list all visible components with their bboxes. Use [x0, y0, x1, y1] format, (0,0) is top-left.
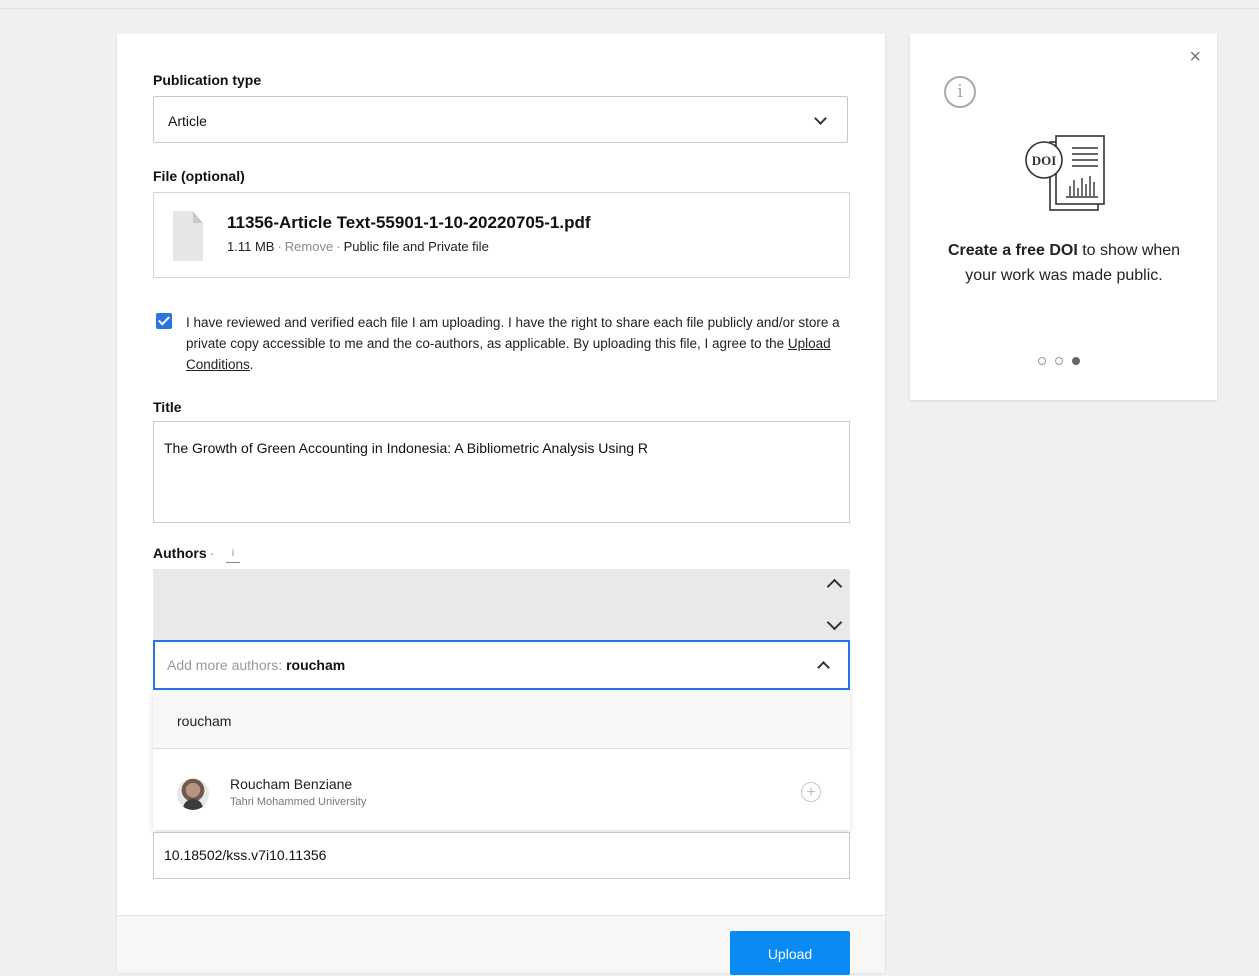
consent-end: . — [249, 357, 254, 372]
scroll-down-icon[interactable] — [826, 614, 843, 631]
consent-checkbox[interactable] — [156, 313, 172, 329]
authors-label: Authors · — [153, 545, 215, 561]
doi-promo-card: × i DOI Create a free DOI to show when y… — [910, 34, 1217, 400]
consent-body: I have reviewed and verified each file I… — [186, 315, 840, 351]
carousel-dot-2[interactable] — [1055, 357, 1063, 365]
file-card: 11356-Article Text-55901-1-10-20220705-1… — [153, 192, 850, 278]
add-author-plus-icon[interactable]: + — [801, 782, 821, 802]
form-footer: Upload — [117, 915, 885, 975]
suggestion-author-affiliation: Tahri Mohammed University — [230, 796, 367, 808]
promo-message-bold: Create a free DOI — [947, 242, 1078, 259]
file-name: 11356-Article Text-55901-1-10-20220705-1… — [227, 213, 591, 232]
file-meta: 1.11 MB · Remove · Public file and Private f… — [227, 239, 489, 254]
file-label: File (optional) — [153, 168, 245, 184]
file-icon — [173, 211, 203, 261]
chevron-down-icon — [814, 112, 827, 125]
remove-file-link[interactable]: Remove — [285, 239, 333, 254]
authors-list — [153, 569, 850, 640]
doi-document-icon: DOI — [1025, 135, 1105, 211]
publication-type-value: Article — [168, 113, 207, 129]
add-authors-value: roucham — [286, 657, 346, 673]
scroll-up-icon[interactable] — [826, 578, 843, 595]
author-suggestions-dropdown: roucham Roucham Benziane Tahri Mohammed … — [153, 690, 850, 830]
suggestion-query-option[interactable]: roucham — [153, 690, 850, 749]
close-icon[interactable]: × — [1189, 46, 1201, 69]
title-textarea[interactable]: The Growth of Green Accounting in Indone… — [153, 421, 850, 523]
carousel-dot-1[interactable] — [1038, 357, 1046, 365]
carousel-indicator — [1038, 352, 1089, 370]
publication-type-select[interactable]: Article — [153, 96, 848, 143]
upload-form-card: Publication type Article File (optional)… — [117, 34, 885, 975]
suggestion-author-name[interactable]: Roucham Benziane — [230, 776, 352, 792]
doi-input[interactable]: 10.18502/kss.v7i10.11356 — [153, 832, 850, 879]
add-authors-field: Add more authors: roucham — [167, 657, 345, 673]
add-authors-placeholder: Add more authors: — [167, 657, 287, 673]
authors-label-text: Authors — [153, 545, 207, 561]
top-divider — [0, 8, 1259, 9]
info-icon: i — [944, 76, 976, 108]
upload-button[interactable]: Upload — [730, 931, 850, 975]
authors-info-icon[interactable]: i — [226, 547, 240, 563]
chevron-up-icon[interactable] — [817, 661, 830, 674]
file-size: 1.11 MB — [227, 239, 275, 254]
avatar — [177, 778, 209, 810]
publication-type-label: Publication type — [153, 72, 262, 88]
promo-message: Create a free DOI to show when your work… — [940, 238, 1188, 288]
doi-badge-text: DOI — [1032, 153, 1057, 168]
title-label: Title — [153, 399, 182, 415]
carousel-dot-3-active[interactable] — [1072, 357, 1080, 365]
file-visibility[interactable]: Public file and Private file — [344, 239, 489, 254]
suggestion-query-text: roucham — [177, 713, 232, 729]
consent-text: I have reviewed and verified each file I… — [186, 312, 858, 375]
add-authors-input[interactable]: Add more authors: roucham — [153, 640, 850, 690]
